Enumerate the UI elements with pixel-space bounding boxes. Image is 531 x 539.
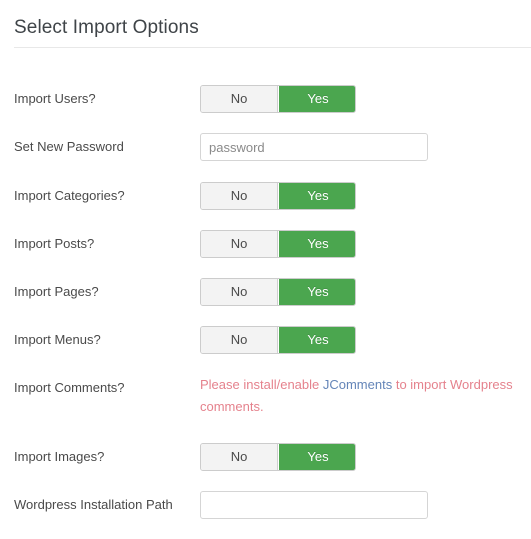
label-import-comments: Import Comments?: [14, 380, 125, 395]
label-import-pages: Import Pages?: [14, 284, 99, 299]
control-import-categories: No Yes: [200, 182, 356, 210]
page-title: Select Import Options: [14, 17, 199, 38]
form-row-import-posts: Import Posts? No Yes: [0, 230, 531, 278]
input-wordpress-installation-path[interactable]: [200, 491, 428, 519]
toggle-import-menus-no[interactable]: No: [201, 327, 278, 353]
label-import-images: Import Images?: [14, 449, 105, 464]
form-row-import-pages: Import Pages? No Yes: [0, 278, 531, 326]
label-set-new-password: Set New Password: [14, 139, 124, 154]
import-options-panel: Select Import Options Import Users? No Yes…: [0, 0, 531, 526]
label-import-menus: Import Menus?: [14, 332, 101, 347]
toggle-import-pages-no[interactable]: No: [201, 279, 278, 305]
toggle-import-images-no[interactable]: No: [201, 444, 278, 470]
toggle-import-images[interactable]: No Yes: [200, 443, 356, 471]
toggle-import-menus[interactable]: No Yes: [200, 326, 356, 354]
control-wordpress-installation-path: [200, 491, 428, 519]
label-import-categories: Import Categories?: [14, 188, 125, 203]
toggle-import-pages-yes[interactable]: Yes: [279, 279, 355, 305]
toggle-import-posts[interactable]: No Yes: [200, 230, 356, 258]
form-row-import-users: Import Users? No Yes: [0, 85, 531, 133]
toggle-import-categories-no[interactable]: No: [201, 183, 278, 209]
toggle-import-categories-yes[interactable]: Yes: [279, 183, 355, 209]
toggle-import-users[interactable]: No Yes: [200, 85, 356, 113]
control-import-menus: No Yes: [200, 326, 356, 354]
form-row-import-categories: Import Categories? No Yes: [0, 182, 531, 230]
control-import-images: No Yes: [200, 443, 356, 471]
toggle-import-pages[interactable]: No Yes: [200, 278, 356, 306]
toggle-import-users-no[interactable]: No: [201, 86, 278, 112]
notice-prefix: Please install/enable: [200, 377, 323, 392]
toggle-import-users-yes[interactable]: Yes: [279, 86, 355, 112]
control-import-posts: No Yes: [200, 230, 356, 258]
form-row-wordpress-installation-path: Wordpress Installation Path: [0, 491, 531, 539]
toggle-import-categories[interactable]: No Yes: [200, 182, 356, 210]
label-wordpress-installation-path: Wordpress Installation Path: [14, 497, 173, 512]
control-import-users: No Yes: [200, 85, 356, 113]
form-row-import-images: Import Images? No Yes: [0, 443, 531, 491]
toggle-import-posts-no[interactable]: No: [201, 231, 278, 257]
form-row-import-comments: Import Comments? Please install/enable JC…: [0, 374, 531, 422]
toggle-import-images-yes[interactable]: Yes: [279, 444, 355, 470]
jcomments-link[interactable]: JComments: [323, 377, 392, 392]
form-row-import-menus: Import Menus? No Yes: [0, 326, 531, 374]
title-divider: [14, 47, 531, 48]
label-import-users: Import Users?: [14, 91, 96, 106]
input-set-new-password[interactable]: [200, 133, 428, 161]
control-set-new-password: [200, 133, 428, 161]
control-import-pages: No Yes: [200, 278, 356, 306]
notice-import-comments: Please install/enable JComments to impor…: [200, 374, 525, 418]
toggle-import-posts-yes[interactable]: Yes: [279, 231, 355, 257]
form-row-set-new-password: Set New Password: [0, 133, 531, 181]
label-import-posts: Import Posts?: [14, 236, 95, 251]
toggle-import-menus-yes[interactable]: Yes: [279, 327, 355, 353]
